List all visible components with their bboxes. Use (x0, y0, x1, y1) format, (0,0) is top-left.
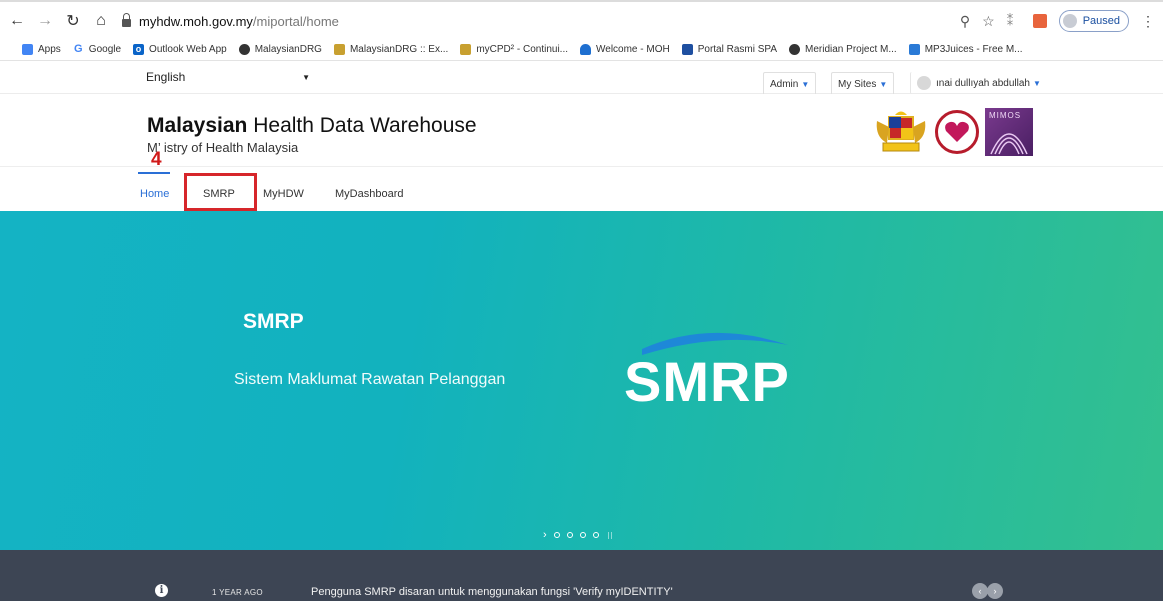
ticker-prev-icon[interactable]: ‹ (972, 583, 988, 599)
lock-icon (122, 13, 131, 27)
carousel-pause-icon[interactable] (607, 531, 612, 539)
bookmark-outlook[interactable]: o Outlook Web App (133, 43, 227, 55)
profile-avatar-icon (1062, 14, 1077, 28)
mimos-arc-icon (990, 133, 1028, 155)
extension-icon[interactable] (1032, 14, 1047, 28)
outlook-icon: o (133, 43, 145, 55)
profile-paused-button[interactable]: Paused (1058, 10, 1129, 32)
bookmark-label: Outlook Web App (149, 43, 227, 55)
bookmark-label: Google (88, 43, 122, 55)
carousel-dot[interactable] (579, 532, 586, 538)
hero-banner[interactable]: SMRP Sistem Maklumat Rawatan Pelanggan S… (0, 211, 1163, 550)
caret-down-icon: ▼ (801, 79, 810, 89)
bookmark-label: myCPD² - Continui... (476, 43, 568, 55)
zoom-icon[interactable]: ⚲ (960, 13, 970, 30)
language-select[interactable]: English ▼ (146, 68, 314, 86)
nav-mydashboard[interactable]: MyDashboard (335, 188, 403, 200)
bookmark-welcome-moh[interactable]: Welcome - MOH (580, 43, 670, 55)
hero-subtitle: Sistem Maklumat Rawatan Pelanggan (234, 371, 506, 388)
caret-down-icon: ▼ (1032, 78, 1041, 88)
bookmark-label: Apps (38, 43, 61, 55)
annotation-step-number: 4 (151, 149, 162, 170)
my-sites-label: My Sites (838, 78, 877, 90)
site-title[interactable]: Malaysian Health Data Warehouse (147, 114, 477, 138)
user-name: ınai dullıyah abdullah (936, 77, 1030, 89)
menu-kebab-icon[interactable]: ⋮ (1141, 13, 1155, 30)
apps-grid-icon (22, 43, 33, 55)
site-title-bold: Malaysian (147, 114, 248, 137)
user-avatar (917, 76, 931, 90)
bookmark-portal-spa[interactable]: Portal Rasmi SPA (681, 43, 778, 55)
forward-arrow-icon[interactable]: → (34, 12, 56, 30)
admin-label: Admin (770, 78, 799, 90)
site-header: Malaysian Health Data Warehouse M’ istry… (0, 94, 1163, 166)
caret-down-icon: ▼ (302, 72, 310, 82)
announcement-text[interactable]: Pengguna SMRP disaran untuk menggunakan … (311, 586, 673, 598)
carousel-next-icon[interactable]: › (543, 529, 547, 541)
nav-myhdw[interactable]: MyHDW (263, 188, 304, 200)
google-icon: G (72, 42, 84, 55)
info-icon: i (155, 584, 168, 597)
admin-menu-button[interactable]: Admin ▼ (763, 72, 817, 96)
heart-logo-icon (935, 110, 979, 154)
bookmark-apps[interactable]: Apps (22, 43, 61, 55)
bookmark-malaysiandrg-ex[interactable]: MalaysianDRG :: Ex... (333, 43, 449, 55)
url-host: myhdw.moh.gov.my (139, 13, 253, 29)
carousel-dot[interactable] (553, 532, 560, 538)
bookmark-label: Meridian Project M... (805, 43, 897, 55)
annotation-highlight-box (184, 173, 257, 211)
crest-icon (460, 43, 472, 55)
home-icon[interactable]: ⌂ (90, 12, 112, 30)
browser-toolbar: ← → ↻ ⌂ myhdw.moh.gov.my/miportal/home ⚲… (0, 6, 1163, 36)
bookmark-label: MalaysianDRG (254, 43, 322, 55)
bookmarks-bar: Apps G Google o Outlook Web App MalaysianD… (0, 38, 1163, 61)
announcement-ticker: i 1 YEAR AGO Pengguna SMRP disaran untuk… (0, 550, 1163, 601)
site-title-rest: Health Data Warehouse (247, 114, 477, 137)
site-top-bar: English ▼ Admin ▼ My Sites ▼ ınai dullıyah… (0, 61, 1163, 96)
tab-strip-edge (0, 0, 1163, 2)
shield-icon (580, 43, 591, 55)
extension-puzzle-icon[interactable]: ⁑ (1007, 14, 1021, 28)
mimos-logo: MIMOS (985, 108, 1033, 156)
smrp-logo-text: SMRP (624, 350, 790, 413)
ticker-next-icon[interactable]: › (987, 583, 1003, 599)
bookmark-meridian[interactable]: Meridian Project M... (789, 43, 897, 55)
carousel-controls: › (543, 529, 612, 541)
heart-icon (945, 121, 969, 142)
bookmark-label: Portal Rasmi SPA (697, 43, 778, 55)
malaysia-crest-icon (876, 111, 926, 152)
my-sites-button[interactable]: My Sites ▼ (831, 72, 895, 96)
bookmark-label: MalaysianDRG :: Ex... (349, 43, 449, 55)
spa-icon (681, 43, 693, 55)
bookmark-google[interactable]: G Google (72, 42, 122, 55)
url-path: /miportal/home (252, 13, 339, 29)
announcement-time: 1 YEAR AGO (212, 588, 263, 597)
paused-label: Paused (1082, 15, 1120, 27)
partner-logos: MIMOS (873, 108, 1033, 156)
bookmark-malaysiandrg[interactable]: MalaysianDRG (238, 43, 322, 55)
caret-down-icon: ▼ (879, 79, 888, 89)
crest-icon (333, 43, 345, 55)
globe-icon (789, 43, 801, 55)
carousel-dot[interactable] (566, 532, 573, 538)
back-arrow-icon[interactable]: ← (6, 12, 28, 30)
nav-home[interactable]: Home (140, 188, 169, 200)
main-nav: Home SMRP MyHDW MyDashboard (0, 166, 1163, 212)
music-icon (908, 43, 920, 55)
bookmark-mp3juices[interactable]: MP3Juices - Free M... (908, 43, 1023, 55)
reload-icon[interactable]: ↻ (62, 11, 84, 31)
bookmark-mycpd[interactable]: myCPD² - Continui... (460, 43, 568, 55)
user-menu-button[interactable]: ınai dullıyah abdullah ▼ (910, 72, 1058, 94)
bookmark-label: MP3Juices - Free M... (924, 43, 1023, 55)
language-value: English (146, 70, 186, 84)
globe-icon (238, 43, 250, 55)
site-subtitle: M’ istry of Health Malaysia (147, 140, 299, 155)
star-icon[interactable]: ☆ (982, 13, 995, 30)
active-tab-indicator (138, 172, 170, 174)
hero-title: SMRP (243, 310, 304, 333)
bookmark-label: Welcome - MOH (596, 43, 670, 55)
carousel-dot[interactable] (592, 532, 599, 538)
address-bar[interactable]: myhdw.moh.gov.my/miportal/home (122, 9, 960, 33)
